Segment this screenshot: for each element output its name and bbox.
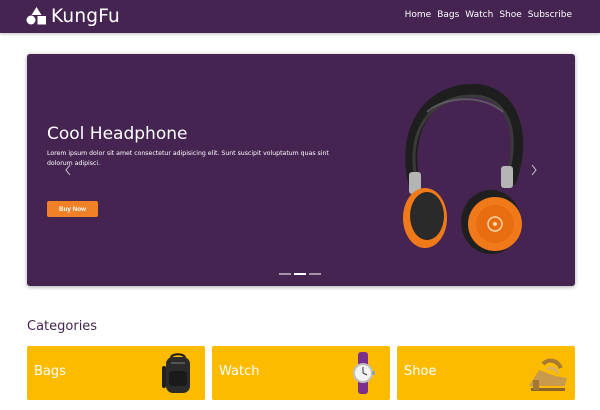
carousel-indicator-1[interactable] [279, 273, 291, 275]
wristwatch-image [340, 350, 386, 396]
category-card-watch[interactable]: Watch [212, 346, 390, 400]
category-label-shoe: Shoe [404, 364, 437, 379]
navbar: KungFu Home Bags Watch Shoe Subscribe [0, 0, 600, 33]
carousel-prev-icon[interactable] [63, 162, 73, 176]
category-card-shoe[interactable]: Shoe [397, 346, 575, 400]
carousel-next-icon[interactable] [529, 162, 539, 176]
brand-name: KungFu [51, 5, 120, 27]
backpack-image [155, 350, 201, 396]
carousel-indicator-2[interactable] [294, 273, 306, 275]
sandal-image [525, 350, 571, 396]
nav-links: Home Bags Watch Shoe Subscribe [399, 10, 572, 20]
carousel-indicator-3[interactable] [309, 273, 321, 275]
category-label-bags: Bags [34, 364, 66, 379]
buy-now-button[interactable]: Buy Now [47, 201, 98, 217]
nav-link-bags[interactable]: Bags [437, 10, 459, 20]
carousel-indicators [279, 273, 324, 275]
hero-title: Cool Headphone [47, 124, 188, 144]
categories-title: Categories [27, 319, 98, 334]
shapes-logo-icon [26, 7, 47, 25]
nav-link-watch[interactable]: Watch [465, 10, 493, 20]
hero-carousel: Cool Headphone Lorem ipsum dolor sit ame… [27, 54, 575, 286]
nav-link-home[interactable]: Home [405, 10, 432, 20]
nav-link-subscribe[interactable]: Subscribe [528, 10, 572, 20]
brand-link[interactable]: KungFu [26, 5, 120, 27]
category-label-watch: Watch [219, 364, 260, 379]
headphone-image [387, 82, 527, 258]
category-card-bags[interactable]: Bags [27, 346, 205, 400]
nav-link-shoe[interactable]: Shoe [499, 10, 521, 20]
hero-description: Lorem ipsum dolor sit amet consectetur a… [47, 150, 329, 167]
